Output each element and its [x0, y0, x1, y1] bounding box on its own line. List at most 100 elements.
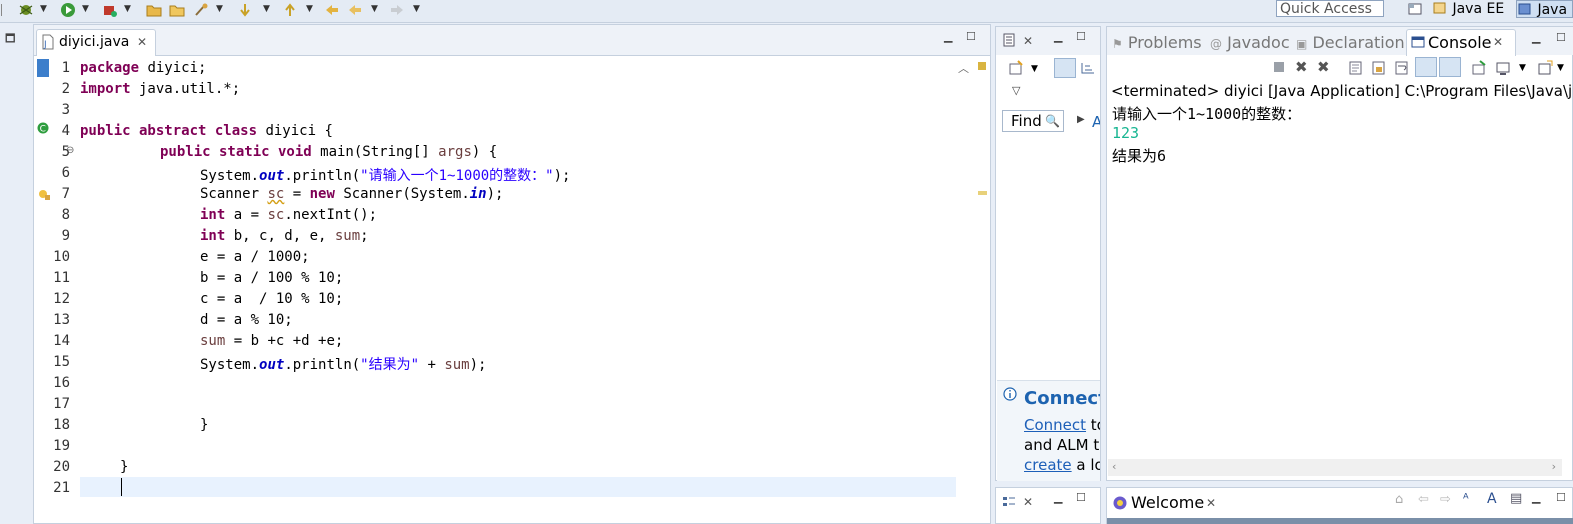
horizontal-scrollbar[interactable]: ‹ › — [1108, 459, 1562, 476]
categorized-icon[interactable] — [1054, 58, 1076, 78]
forward-icon[interactable] — [389, 2, 405, 18]
terminate-icon[interactable] — [1274, 62, 1284, 72]
create-link[interactable]: create — [1024, 456, 1072, 474]
maximize-icon[interactable]: ☐ — [966, 30, 976, 43]
code-line[interactable]: int a = sc.nextInt(); — [200, 207, 377, 223]
scroll-left-icon[interactable]: ‹ — [1112, 460, 1116, 473]
minimize-icon[interactable]: ▁ — [1532, 491, 1540, 504]
maximize-icon[interactable]: ☐ — [1556, 31, 1566, 44]
tab-console[interactable]: Console ✕ — [1406, 29, 1516, 56]
scroll-up-icon[interactable]: ︿ — [958, 60, 969, 76]
find-input[interactable]: Find 🔍 — [1002, 110, 1064, 132]
code-line[interactable]: int b, c, d, e, sum; — [200, 228, 369, 244]
tab-declaration[interactable]: ▣ Declaration — [1296, 33, 1405, 52]
forward-dropdown-icon[interactable]: ▼ — [413, 4, 420, 14]
editor-tab-diyici[interactable]: J diyici.java ✕ — [36, 29, 156, 56]
code-line[interactable]: public static void main(String[] args) { — [160, 144, 497, 160]
code-line[interactable]: b = a / 100 % 10; — [200, 270, 343, 286]
back-icon[interactable]: ⇦ — [1418, 492, 1429, 507]
close-icon[interactable]: ✕ — [1206, 496, 1216, 510]
scroll-lock-icon[interactable] — [1371, 60, 1387, 80]
maximize-icon[interactable]: ☐ — [1076, 30, 1086, 43]
new-folder-icon[interactable] — [146, 2, 162, 18]
minimize-icon[interactable]: ▁ — [1054, 491, 1062, 504]
code-line[interactable]: e = a / 1000; — [200, 249, 310, 265]
code-line[interactable]: } — [120, 459, 128, 475]
code-line[interactable]: public abstract class diyici { — [80, 123, 333, 139]
code-line[interactable]: } — [200, 417, 208, 433]
open-console-dropdown-icon[interactable]: ▼ — [1557, 63, 1564, 73]
previous-annotation-icon[interactable] — [282, 2, 298, 18]
overview-warning-marker[interactable] — [978, 62, 986, 70]
remove-launch-icon[interactable]: ✖ — [1295, 58, 1308, 76]
open-perspective-icon[interactable] — [1407, 1, 1423, 17]
show-on-error-icon[interactable] — [1439, 57, 1461, 77]
close-icon[interactable]: ✕ — [1493, 35, 1503, 49]
show-on-output-icon[interactable] — [1415, 57, 1437, 77]
home-icon[interactable]: ⌂ — [1395, 492, 1403, 507]
maximize-icon[interactable]: ☐ — [1556, 491, 1566, 504]
pin-console-icon[interactable] — [1471, 60, 1487, 80]
welcome-tab-label: Welcome — [1131, 493, 1205, 512]
display-console-dropdown-icon[interactable]: ▼ — [1519, 63, 1526, 73]
scroll-right-icon[interactable]: › — [1552, 460, 1556, 473]
tab-javadoc[interactable]: @ Javadoc — [1210, 33, 1290, 52]
minimize-icon[interactable]: ▁ — [944, 30, 952, 43]
word-wrap-icon[interactable] — [1394, 60, 1410, 80]
next-annotation-icon[interactable] — [237, 2, 253, 18]
code-line[interactable]: d = a % 10; — [200, 312, 293, 328]
view-menu-icon[interactable]: ▽ — [1012, 84, 1020, 97]
connect-link[interactable]: Connect — [1024, 416, 1086, 434]
new-task-dropdown-icon[interactable]: ▼ — [1031, 64, 1038, 74]
new-task-icon[interactable] — [1008, 60, 1026, 80]
remove-all-icon[interactable]: ✖ — [1317, 58, 1330, 76]
minimize-icon[interactable]: ▁ — [1054, 30, 1062, 43]
outline-icon[interactable] — [1002, 495, 1016, 513]
expand-arrow-icon[interactable]: ▶ — [1077, 114, 1085, 125]
open-folder-icon[interactable] — [169, 2, 185, 18]
close-icon[interactable]: ✕ — [1023, 34, 1033, 48]
close-icon[interactable]: ✕ — [137, 30, 147, 55]
back-icon[interactable] — [347, 2, 363, 18]
code-line[interactable]: import java.util.*; — [80, 81, 240, 97]
code-line[interactable]: c = a / 10 % 10; — [200, 291, 343, 307]
debug-icon[interactable] — [18, 2, 34, 18]
code-line[interactable]: System.out.println("结果为" + sum); — [200, 354, 486, 374]
run-icon[interactable] — [60, 2, 76, 18]
minimize-icon[interactable]: ▁ — [1532, 31, 1540, 44]
quick-access-input[interactable]: Quick Access — [1276, 0, 1384, 17]
code-line[interactable]: sum = b +c +d +e; — [200, 333, 343, 349]
customize-page-icon[interactable]: ▤ — [1510, 491, 1522, 506]
overview-annotation-marker[interactable] — [978, 191, 987, 195]
previous-annotation-dropdown-icon[interactable]: ▼ — [306, 4, 313, 14]
maximize-icon[interactable]: ☐ — [1076, 491, 1086, 504]
clear-console-icon[interactable] — [1348, 60, 1364, 80]
open-task-dropdown-icon[interactable]: ▼ — [216, 4, 223, 14]
code-line[interactable]: System.out.println("请输入一个1~1000的整数："); — [200, 165, 570, 185]
close-icon[interactable]: ✕ — [1023, 495, 1033, 509]
back-dropdown-icon[interactable]: ▼ — [371, 4, 378, 14]
forward-icon[interactable]: ⇨ — [1440, 492, 1451, 507]
tab-problems[interactable]: ⚑ Problems — [1112, 33, 1202, 52]
all-link[interactable]: A — [1092, 113, 1100, 131]
task-list-icon[interactable] — [1002, 33, 1016, 51]
overview-ruler[interactable] — [974, 56, 990, 523]
run-dropdown-icon[interactable]: ▼ — [82, 4, 89, 14]
external-tools-icon[interactable] — [102, 2, 118, 18]
scheduled-icon[interactable] — [1080, 61, 1096, 79]
open-console-icon[interactable] — [1537, 60, 1553, 80]
debug-dropdown-icon[interactable]: ▼ — [40, 4, 47, 14]
last-edit-location-icon[interactable] — [324, 2, 340, 18]
magnify-icon[interactable]: A — [1487, 491, 1497, 507]
code-line[interactable]: Scanner sc = new Scanner(System.in); — [200, 186, 503, 202]
code-line[interactable]: package diyici; — [80, 60, 206, 76]
restore-icon[interactable]: 🗖 — [5, 30, 15, 49]
tab-welcome[interactable]: Welcome ✕ — [1108, 489, 1224, 517]
perspective-java-ee[interactable]: Java EE — [1432, 0, 1512, 18]
open-task-icon[interactable] — [193, 2, 209, 18]
reduce-icon[interactable]: ᴬ — [1463, 492, 1469, 507]
next-annotation-dropdown-icon[interactable]: ▼ — [263, 4, 270, 14]
display-console-icon[interactable] — [1495, 60, 1511, 80]
perspective-java[interactable]: Java — [1516, 0, 1573, 18]
external-tools-dropdown-icon[interactable]: ▼ — [124, 4, 131, 14]
